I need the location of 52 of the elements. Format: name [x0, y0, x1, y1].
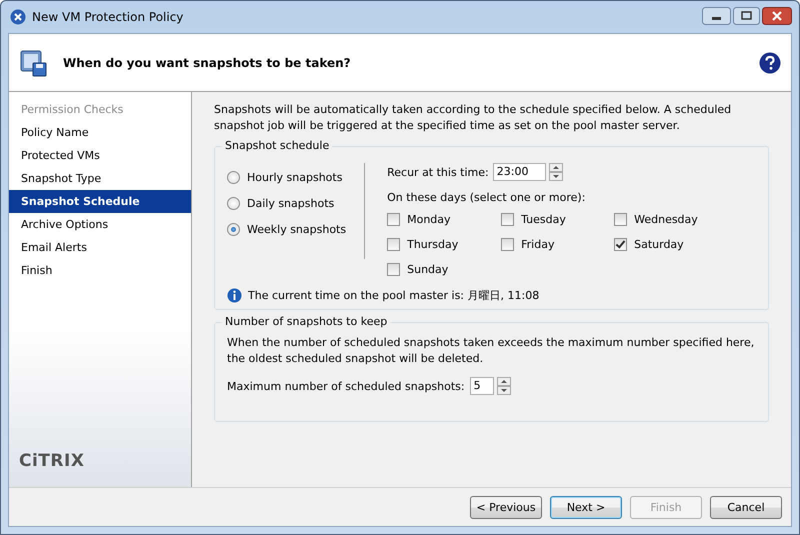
field-label: Maximum number of scheduled snapshots:	[227, 380, 465, 392]
checkbox[interactable]	[614, 238, 628, 250]
window-title: New VM Protection Policy	[32, 10, 184, 24]
checkbox[interactable]	[501, 212, 514, 226]
vm-snapshot-icon	[19, 48, 49, 78]
time-field[interactable]: 23:00	[492, 163, 546, 181]
checkbox-label[interactable]: Monday	[407, 212, 451, 226]
wizard-step[interactable]: Snapshot Schedule	[9, 190, 191, 213]
app-icon	[10, 9, 26, 25]
checkbox-label[interactable]: Tuesday	[521, 212, 566, 226]
page-heading: When do you want snapshots to be taken?	[63, 56, 352, 70]
radio-button[interactable]	[227, 222, 240, 236]
checkbox[interactable]	[387, 262, 400, 276]
checkbox[interactable]	[387, 238, 400, 250]
radio-label[interactable]: Weekly snapshots	[247, 222, 346, 236]
radio-button[interactable]	[227, 196, 240, 210]
max-snapshots-field[interactable]: 5	[470, 377, 494, 395]
group-title: Number of snapshots to keep	[222, 315, 390, 328]
wizard-button[interactable]: Cancel	[710, 496, 782, 518]
checkbox-label[interactable]: Sunday	[407, 262, 448, 276]
radio-label[interactable]: Daily snapshots	[247, 196, 334, 210]
wizard-button[interactable]: Next >	[550, 496, 622, 518]
current-time-text: The current time on the pool master is: 月曜日, 11:08	[248, 288, 540, 303]
wizard-button[interactable]: < Previous	[470, 496, 542, 518]
wizard-step[interactable]: Email Alerts	[9, 236, 191, 259]
checkbox-label[interactable]: Wednesday	[634, 212, 698, 226]
checkbox[interactable]	[614, 212, 628, 226]
maximize-icon[interactable]	[733, 7, 760, 25]
radio-label[interactable]: Hourly snapshots	[247, 170, 342, 184]
info-icon	[227, 288, 242, 303]
radio-button[interactable]	[227, 170, 240, 184]
wizard-step[interactable]: Snapshot Type	[9, 167, 191, 190]
description-text: When the number of scheduled snapshots taken exceeds the maximum number specified here, the oldest scheduled snapshot will be deleted.	[227, 335, 756, 367]
checkbox-label[interactable]: Saturday	[634, 238, 684, 250]
days-label: On these days (select one or more):	[387, 191, 586, 204]
logo: CiTRIX	[19, 451, 84, 471]
checkbox[interactable]	[387, 212, 400, 226]
wizard-step[interactable]: Policy Name	[9, 121, 191, 144]
close-icon[interactable]	[762, 7, 792, 25]
intro-text: Snapshots will be automatically taken according to the schedule specified below. A scheduled snapshot job will be triggered at the specified time as set on the pool master server.	[214, 102, 732, 134]
help-icon[interactable]	[759, 52, 781, 74]
spinner-arrows-icon[interactable]	[496, 377, 511, 395]
field-label: Recur at this time:	[387, 166, 489, 178]
checkbox-label[interactable]: Thursday	[407, 238, 458, 250]
spinner-arrows-icon[interactable]	[548, 163, 563, 181]
wizard-step[interactable]: Archive Options	[9, 213, 191, 236]
group-title: Snapshot schedule	[222, 139, 332, 152]
minimize-icon[interactable]	[702, 7, 731, 25]
checkbox-label[interactable]: Friday	[521, 238, 554, 250]
wizard-step[interactable]: Finish	[9, 259, 191, 282]
checkbox[interactable]	[501, 238, 514, 250]
wizard-step[interactable]: Protected VMs	[9, 144, 191, 167]
